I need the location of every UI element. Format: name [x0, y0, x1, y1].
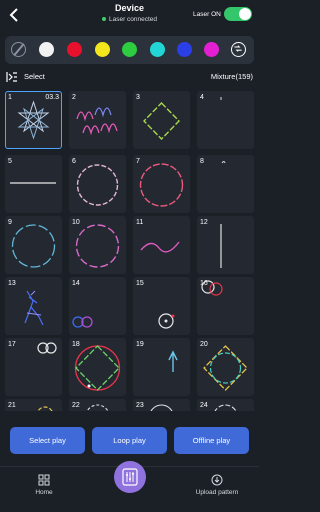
select-label[interactable]: Select	[24, 72, 45, 81]
pattern-thumbnail	[76, 164, 119, 206]
pattern-thumbnail	[11, 224, 56, 268]
equalizer-fab-button[interactable]	[114, 461, 146, 493]
color-red-swatch[interactable]	[67, 42, 82, 57]
pattern-thumbnail	[24, 290, 44, 326]
pattern-cell-5[interactable]: 5	[5, 155, 62, 213]
pattern-cell-22[interactable]: 22	[69, 399, 126, 411]
pattern-thumbnail	[37, 342, 57, 354]
pattern-cell-20[interactable]: 20	[197, 338, 254, 396]
pattern-thumbnail	[76, 107, 118, 136]
pattern-thumbnail	[158, 313, 175, 329]
color-mix-swatch[interactable]	[231, 42, 246, 57]
pattern-cell-15[interactable]: 15	[133, 277, 190, 335]
selection-toolbar: Select Mixture(159)	[0, 67, 259, 87]
pattern-thumbnail	[139, 163, 184, 207]
color-none-swatch[interactable]	[11, 42, 26, 57]
loop-play-button[interactable]: Loop play	[92, 427, 167, 454]
color-yellow-swatch[interactable]	[95, 42, 110, 57]
pattern-cell-17[interactable]: 17	[5, 338, 62, 396]
pattern-thumbnail	[86, 404, 109, 411]
nav-upload-label: Upload pattern	[195, 489, 239, 496]
pattern-thumbnail	[17, 100, 50, 140]
top-bar: Device Laser connected Laser ON	[0, 0, 259, 33]
color-magenta-swatch[interactable]	[204, 42, 219, 57]
pattern-thumbnail	[203, 345, 248, 391]
nav-home-label: Home	[35, 489, 53, 496]
play-actions: Select play Loop play Offline play	[0, 424, 259, 458]
select-play-button[interactable]: Select play	[10, 427, 85, 454]
pattern-thumbnail	[168, 350, 178, 372]
pattern-cell-8[interactable]: 8	[197, 155, 254, 213]
color-green-swatch[interactable]	[122, 42, 137, 57]
pattern-thumbnail	[72, 316, 93, 328]
pattern-thumbnail	[143, 101, 180, 141]
pattern-cell-13[interactable]: 13	[5, 277, 62, 335]
pattern-thumbnail	[220, 97, 222, 100]
pattern-thumbnail	[74, 345, 121, 391]
pattern-cell-23[interactable]: 23	[133, 399, 190, 411]
pattern-cell-1[interactable]: 1 03.3	[5, 91, 62, 149]
toggle-knob	[239, 8, 251, 20]
color-blue-swatch[interactable]	[177, 42, 192, 57]
nav-home[interactable]: Home	[14, 474, 74, 496]
offline-play-button[interactable]: Offline play	[174, 427, 249, 454]
pattern-thumbnail	[214, 404, 237, 411]
pattern-cell-12[interactable]: 12	[197, 216, 254, 274]
pattern-thumbnail	[150, 404, 173, 411]
pattern-thumbnail	[221, 161, 226, 164]
pattern-cell-4[interactable]: 4	[197, 91, 254, 149]
color-bar	[5, 36, 254, 64]
pattern-cell-3[interactable]: 3	[133, 91, 190, 149]
laser-toggle-label: Laser ON	[193, 11, 221, 18]
pattern-cell-19[interactable]: 19	[133, 338, 190, 396]
pattern-cell-24[interactable]: 24	[197, 399, 254, 411]
pattern-thumbnail	[140, 241, 180, 253]
select-list-icon[interactable]	[6, 71, 18, 83]
pattern-cell-18[interactable]: 18	[69, 338, 126, 396]
pattern-grid: 1 03.3 2 3 4 5 6 7 8 9 10 11 12 13 14 15…	[5, 91, 254, 411]
pattern-cell-7[interactable]: 7	[133, 155, 190, 213]
color-cyan-swatch[interactable]	[150, 42, 165, 57]
pattern-thumbnail	[37, 406, 53, 411]
laser-toggle[interactable]	[224, 7, 252, 21]
status-dot	[101, 17, 106, 22]
equalizer-icon	[122, 468, 138, 486]
pattern-cell-6[interactable]: 6	[69, 155, 126, 213]
pattern-thumbnail	[201, 280, 223, 296]
shuffle-icon	[234, 45, 242, 52]
pattern-thumbnail	[10, 182, 56, 184]
pattern-cell-21[interactable]: 21	[5, 399, 62, 411]
pattern-cell-11[interactable]: 11	[133, 216, 190, 274]
pattern-thumbnail	[220, 224, 222, 268]
pattern-cell-2[interactable]: 2	[69, 91, 126, 149]
grid-icon	[38, 474, 50, 486]
nav-upload-pattern[interactable]: Upload pattern	[187, 474, 247, 496]
pattern-cell-16[interactable]: 16	[197, 277, 254, 335]
pattern-cell-14[interactable]: 14	[69, 277, 126, 335]
status-text: Laser connected	[108, 16, 158, 23]
pattern-cell-10[interactable]: 10	[69, 216, 126, 274]
pattern-thumbnail	[75, 224, 120, 268]
color-white-swatch[interactable]	[39, 42, 54, 57]
download-circle-icon	[211, 474, 223, 486]
pattern-cell-9[interactable]: 9	[5, 216, 62, 274]
mixture-count[interactable]: Mixture(159)	[211, 72, 253, 81]
